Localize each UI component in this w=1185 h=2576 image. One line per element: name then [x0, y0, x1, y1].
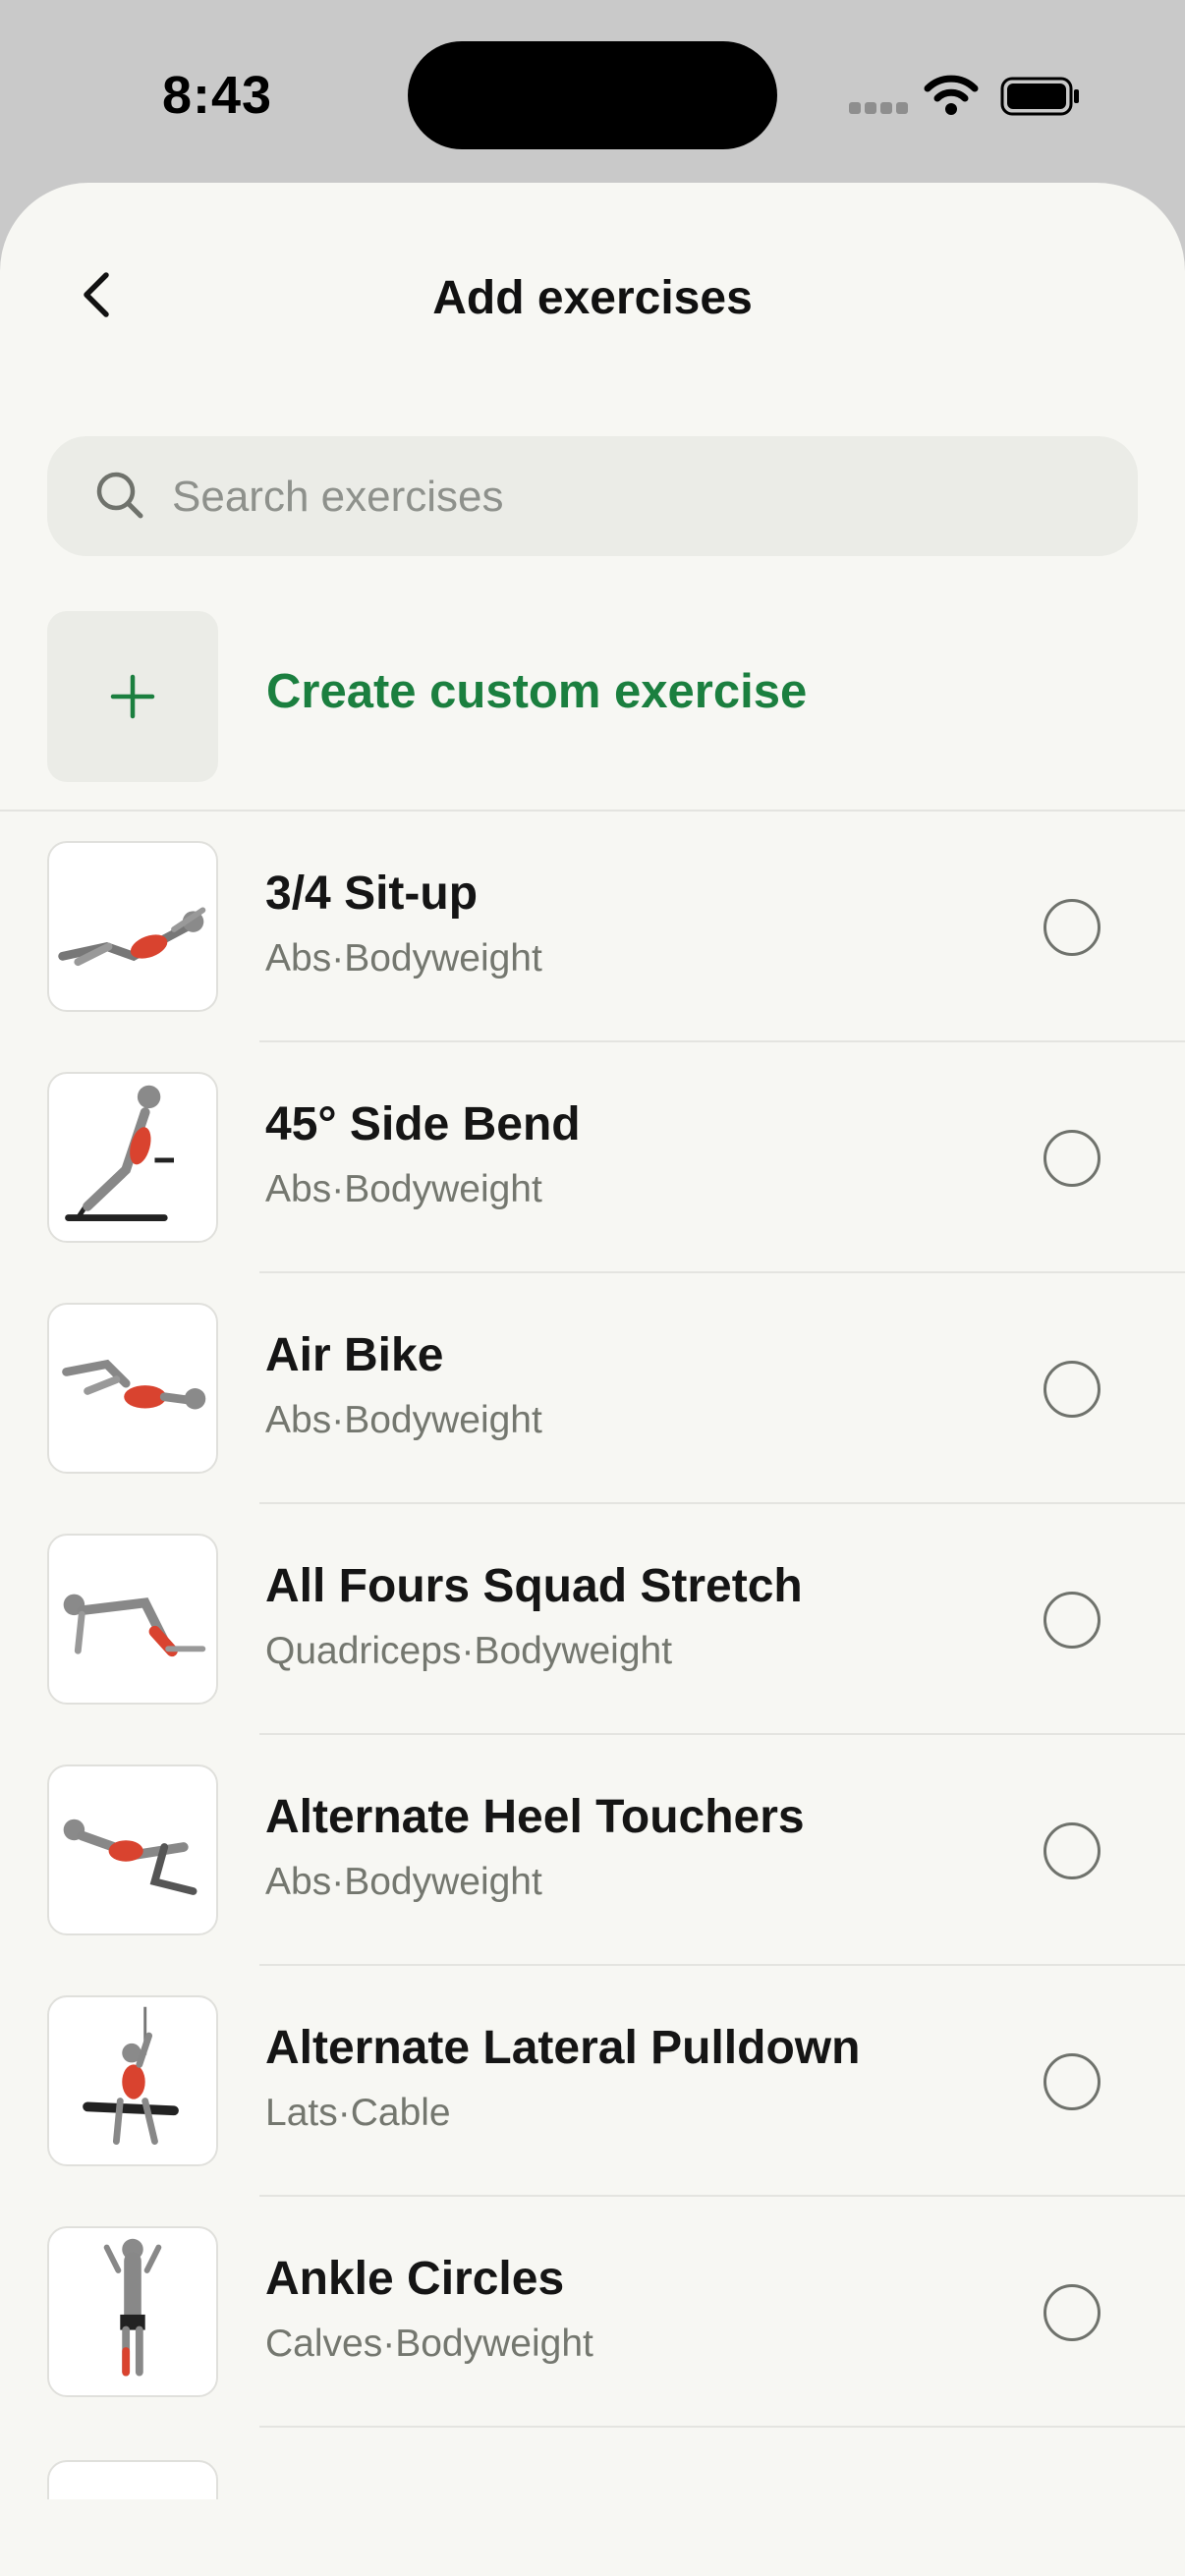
exercise-equipment: Bodyweight	[344, 937, 542, 980]
separator-dot: ·	[461, 1630, 475, 1672]
exercise-muscle: Quadriceps	[265, 1630, 462, 1672]
exercise-equipment: Bodyweight	[395, 2323, 593, 2365]
exercise-thumbnail	[47, 1303, 218, 1474]
exercise-thumbnail-partial	[47, 2460, 218, 2499]
air-bike-illustration	[62, 1359, 206, 1410]
exercise-details: Abs·Bodyweight	[265, 1168, 542, 1211]
exercise-equipment: Cable	[350, 2092, 451, 2134]
exercise-details: Lats·Cable	[265, 2092, 451, 2135]
exercise-muscle: Abs	[265, 1861, 332, 1903]
separator-dot: ·	[331, 1399, 345, 1441]
status-time: 8:43	[162, 66, 273, 125]
cellular-signal-icon	[849, 102, 908, 116]
separator-dot: ·	[337, 2092, 351, 2134]
exercise-row[interactable]: 3/4 Sit-up Abs·Bodyweight	[0, 812, 1185, 1042]
exercise-details: Quadriceps·Bodyweight	[265, 1630, 672, 1673]
exercise-thumbnail	[47, 841, 218, 1012]
quad-stretch-illustration	[63, 1594, 206, 1657]
exercise-name: 45° Side Bend	[265, 1098, 581, 1150]
exercise-details: Abs·Bodyweight	[265, 1399, 542, 1442]
exercise-equipment: Bodyweight	[344, 1168, 542, 1210]
exercise-name: All Fours Squad Stretch	[265, 1560, 803, 1612]
exercise-muscle: Abs	[265, 1399, 332, 1441]
exercise-thumbnail	[47, 1534, 218, 1705]
exercise-name: Alternate Heel Touchers	[265, 1791, 805, 1843]
separator-dot: ·	[331, 1861, 345, 1903]
exercise-row[interactable]: Alternate Lateral Pulldown Lats·Cable	[0, 1966, 1185, 2197]
exercise-name: Alternate Lateral Pulldown	[265, 2022, 861, 2074]
separator-dot: ·	[331, 1168, 345, 1210]
search-bar[interactable]	[47, 436, 1138, 558]
dynamic-island	[408, 41, 777, 149]
lateral-pulldown-illustration	[83, 2006, 179, 2145]
exercise-thumbnail	[47, 1072, 218, 1243]
exercise-name: Air Bike	[265, 1329, 444, 1381]
exercise-equipment: Bodyweight	[474, 1630, 673, 1672]
select-radio[interactable]	[1044, 1822, 1100, 1879]
divider	[259, 2426, 1185, 2428]
exercise-list: 3/4 Sit-up Abs·Bodyweight 45° Side Bend …	[0, 812, 1185, 2428]
exercise-thumbnail	[47, 1764, 218, 1935]
create-custom-tile[interactable]	[47, 611, 218, 782]
exercise-row[interactable]: All Fours Squad Stretch Quadriceps·Bodyw…	[0, 1504, 1185, 1735]
exercise-equipment: Bodyweight	[344, 1861, 542, 1903]
exercise-row[interactable]: Alternate Heel Touchers Abs·Bodyweight	[0, 1735, 1185, 1966]
battery-icon	[1000, 77, 1079, 116]
sit-up-illustration	[58, 907, 206, 967]
exercise-equipment: Bodyweight	[344, 1399, 542, 1441]
exercise-row[interactable]: Air Bike Abs·Bodyweight	[0, 1273, 1185, 1504]
exercise-row[interactable]: Ankle Circles Calves·Bodyweight	[0, 2197, 1185, 2428]
exercise-details: Calves·Bodyweight	[265, 2323, 593, 2366]
add-exercises-sheet: Add exercises Create custom exercise	[0, 183, 1185, 2576]
create-custom-exercise-button[interactable]: Create custom exercise	[47, 611, 1138, 782]
exercise-details: Abs·Bodyweight	[265, 1861, 542, 1904]
separator-dot: ·	[382, 2323, 396, 2365]
search-input[interactable]	[170, 436, 1058, 558]
create-custom-exercise-label: Create custom exercise	[266, 665, 808, 718]
select-radio[interactable]	[1044, 2284, 1100, 2341]
exercise-thumbnail	[47, 1995, 218, 2166]
exercise-thumbnail	[47, 2226, 218, 2397]
select-radio[interactable]	[1044, 899, 1100, 956]
select-radio[interactable]	[1044, 1361, 1100, 1418]
heel-touchers-illustration	[63, 1819, 198, 1895]
page-title: Add exercises	[432, 272, 753, 324]
exercise-row[interactable]: 45° Side Bend Abs·Bodyweight	[0, 1042, 1185, 1273]
status-bar: 8:43	[0, 0, 1185, 187]
separator-dot: ·	[331, 937, 345, 980]
exercise-name: 3/4 Sit-up	[265, 868, 479, 920]
ankle-circles-illustration	[103, 2238, 162, 2377]
select-radio[interactable]	[1044, 1592, 1100, 1649]
exercise-details: Abs·Bodyweight	[265, 937, 542, 980]
exercise-muscle: Abs	[265, 1168, 332, 1210]
exercise-name: Ankle Circles	[265, 2253, 565, 2305]
side-bend-illustration	[65, 1085, 175, 1221]
select-radio[interactable]	[1044, 1130, 1100, 1187]
exercise-muscle: Abs	[265, 937, 332, 980]
wifi-icon	[924, 75, 979, 115]
exercise-muscle: Calves	[265, 2323, 383, 2365]
plus-icon	[110, 674, 155, 719]
select-radio[interactable]	[1044, 2053, 1100, 2110]
search-icon	[96, 472, 143, 519]
exercise-muscle: Lats	[265, 2092, 338, 2134]
